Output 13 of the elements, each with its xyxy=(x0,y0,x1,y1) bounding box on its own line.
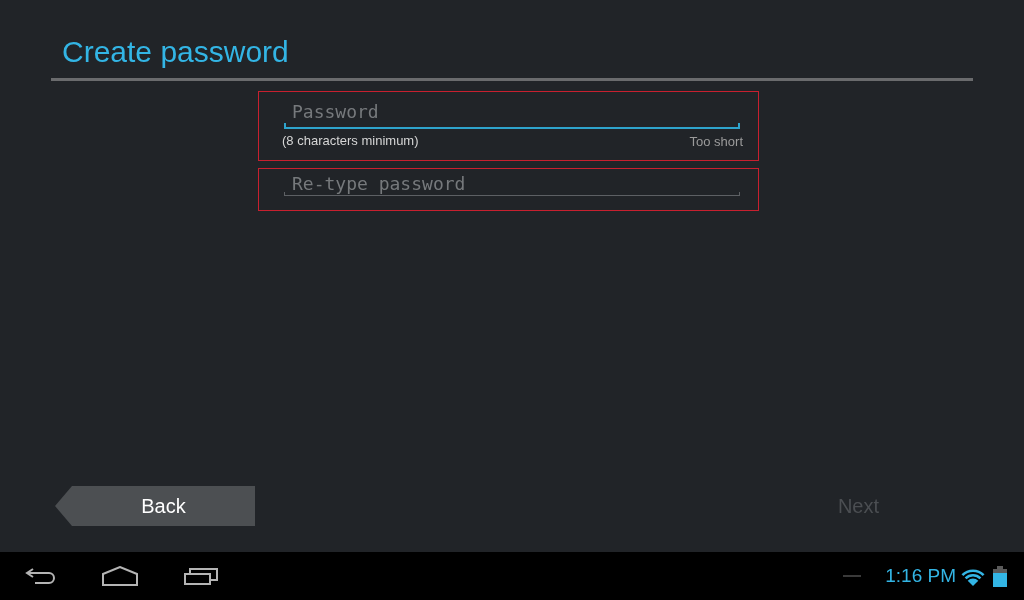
back-icon[interactable] xyxy=(25,567,56,585)
password-field[interactable]: Password xyxy=(284,96,740,129)
wifi-icon xyxy=(960,566,986,586)
back-button[interactable]: Back xyxy=(55,486,255,526)
dash-icon xyxy=(843,575,862,577)
clock-time: 1:16 PM xyxy=(885,565,956,587)
strength-status-text: Too short xyxy=(689,134,743,149)
home-icon[interactable] xyxy=(102,566,138,586)
recent-apps-icon[interactable] xyxy=(184,567,218,585)
page-title: Create password xyxy=(62,34,289,70)
hint-text: (8 characters minimum) xyxy=(282,133,419,149)
retype-password-field[interactable]: Re-type password xyxy=(284,171,740,196)
battery-icon xyxy=(993,565,1007,587)
